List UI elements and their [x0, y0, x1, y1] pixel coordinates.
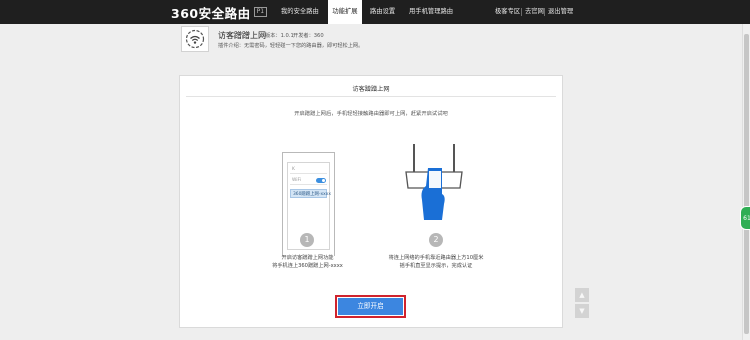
- nav-my-router[interactable]: 我的安全路由: [281, 0, 321, 24]
- toggle-icon: [316, 178, 326, 183]
- phone-row-back: K: [290, 165, 327, 174]
- scroll-thumb[interactable]: [744, 34, 749, 334]
- top-navbar: 360安全路由 P1 我的安全路由 功能扩展 路由设置 用手机管理路由 极客专区…: [0, 0, 750, 24]
- phone-row-network: 360蹭蹭上网-xxxx: [290, 189, 331, 198]
- step-2-text: 将连上网络的手机靠近路由器上方10厘米 摇手机直至显示提示，完成认证: [386, 254, 486, 270]
- step-1-text: 开启访客蹭蹭上网功能 将手机连上360蹭蹭上网-xxxx: [270, 254, 345, 270]
- enable-button[interactable]: 立即开启: [338, 298, 403, 315]
- router-hand-illustration: [405, 144, 463, 220]
- plugin-version: 版本：1.0.1: [265, 33, 294, 39]
- model-badge: P1: [253, 7, 268, 17]
- scroll-down-button[interactable]: ▼: [575, 304, 589, 318]
- step-1-line-1: 开启访客蹭蹭上网功能: [281, 255, 334, 261]
- plugin-description: 插件介绍：无需密码，轻轻碰一下您的路由器，即可轻松上网。: [218, 43, 364, 49]
- nav-router-settings[interactable]: 路由设置: [370, 0, 402, 24]
- step-1-badge: 1: [300, 233, 314, 247]
- divider: [521, 8, 522, 16]
- logo[interactable]: 360安全路由 P1: [171, 4, 268, 21]
- step-2-line-1: 将连上网络的手机靠近路由器上方10厘米: [388, 255, 484, 261]
- scroll-up-button[interactable]: ▲: [575, 288, 589, 302]
- link-geek-zone[interactable]: 极客专区: [495, 0, 520, 24]
- plugin-title: 访客蹭蹭上网: [218, 31, 266, 40]
- logo-text: 360安全路由: [171, 5, 251, 21]
- plugin-header: 访客蹭蹭上网 版本：1.0.1 开发者：360 插件介绍：无需密码，轻轻碰一下您…: [179, 24, 563, 52]
- plugin-wifi-icon: [181, 26, 209, 52]
- phone-row-wifi: WiFi: [290, 176, 327, 185]
- divider: [186, 96, 556, 97]
- floating-widget[interactable]: 61: [740, 206, 750, 230]
- page-scrollbar[interactable]: [742, 24, 750, 340]
- link-official-site[interactable]: 去官网: [525, 0, 544, 24]
- step-1-line-2: 将手机连上360蹭蹭上网-xxxx: [272, 263, 343, 269]
- step-2-badge: 2: [429, 233, 443, 247]
- feature-card: 访客蹭蹭上网 开启蹭蹭上网后，手机轻轻接触路由器即可上网，赶紧开启试试吧 K W…: [179, 75, 563, 328]
- wifi-label: WiFi: [292, 178, 301, 183]
- enable-button-highlight: 立即开启: [335, 295, 406, 318]
- card-title: 访客蹭蹭上网: [352, 86, 390, 93]
- nav-mobile-manage[interactable]: 用手机管理路由: [409, 0, 461, 24]
- step-2-line-2: 摇手机直至显示提示，完成认证: [399, 263, 473, 269]
- link-logout[interactable]: 退出管理: [548, 0, 573, 24]
- nav-extensions[interactable]: 功能扩展: [328, 0, 362, 24]
- card-description: 开启蹭蹭上网后，手机轻轻接触路由器即可上网，赶紧开启试试吧: [294, 111, 448, 117]
- divider: [544, 8, 545, 16]
- plugin-developer: 开发者：360: [293, 33, 324, 39]
